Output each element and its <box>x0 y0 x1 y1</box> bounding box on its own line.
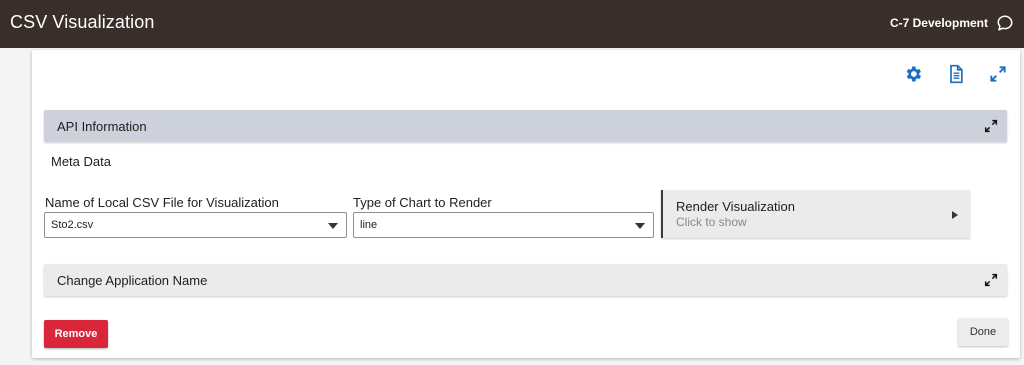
visualization-card: API Information Meta Data Name of Local … <box>32 50 1020 358</box>
api-information-panel[interactable]: API Information <box>44 110 1007 142</box>
chat-bubble-icon[interactable] <box>996 14 1014 32</box>
gear-icon[interactable] <box>903 64 923 84</box>
render-visualization-title: Render Visualization <box>676 199 795 214</box>
done-button[interactable]: Done <box>958 318 1008 346</box>
environment-label[interactable]: C-7 Development <box>890 16 988 30</box>
chart-type-value: line <box>360 219 378 231</box>
expand-icon[interactable] <box>983 272 999 288</box>
fullscreen-expand-icon[interactable] <box>988 64 1008 84</box>
top-app-bar: CSV Visualization C-7 Development <box>0 0 1024 48</box>
chart-type-select[interactable]: line <box>353 212 654 238</box>
change-application-name-panel[interactable]: Change Application Name <box>44 264 1007 296</box>
csv-file-select[interactable]: Sto2.csv <box>44 212 347 238</box>
meta-data-label: Meta Data <box>51 154 111 169</box>
document-icon[interactable] <box>946 64 966 84</box>
expand-icon[interactable] <box>983 118 999 134</box>
left-rail <box>0 48 30 365</box>
change-application-name-label: Change Application Name <box>57 273 208 288</box>
remove-button[interactable]: Remove <box>44 320 108 348</box>
app-title: CSV Visualization <box>10 12 155 32</box>
play-arrow-icon <box>952 211 958 219</box>
render-visualization-subtitle: Click to show <box>676 215 747 229</box>
chart-type-label: Type of Chart to Render <box>353 195 492 210</box>
csv-file-label: Name of Local CSV File for Visualization <box>45 195 279 210</box>
csv-file-value: Sto2.csv <box>51 219 94 231</box>
api-information-label: API Information <box>57 119 147 134</box>
render-visualization-toggle[interactable]: Render Visualization Click to show <box>661 190 970 238</box>
dropdown-caret-icon <box>635 223 645 229</box>
dropdown-caret-icon <box>328 223 338 229</box>
